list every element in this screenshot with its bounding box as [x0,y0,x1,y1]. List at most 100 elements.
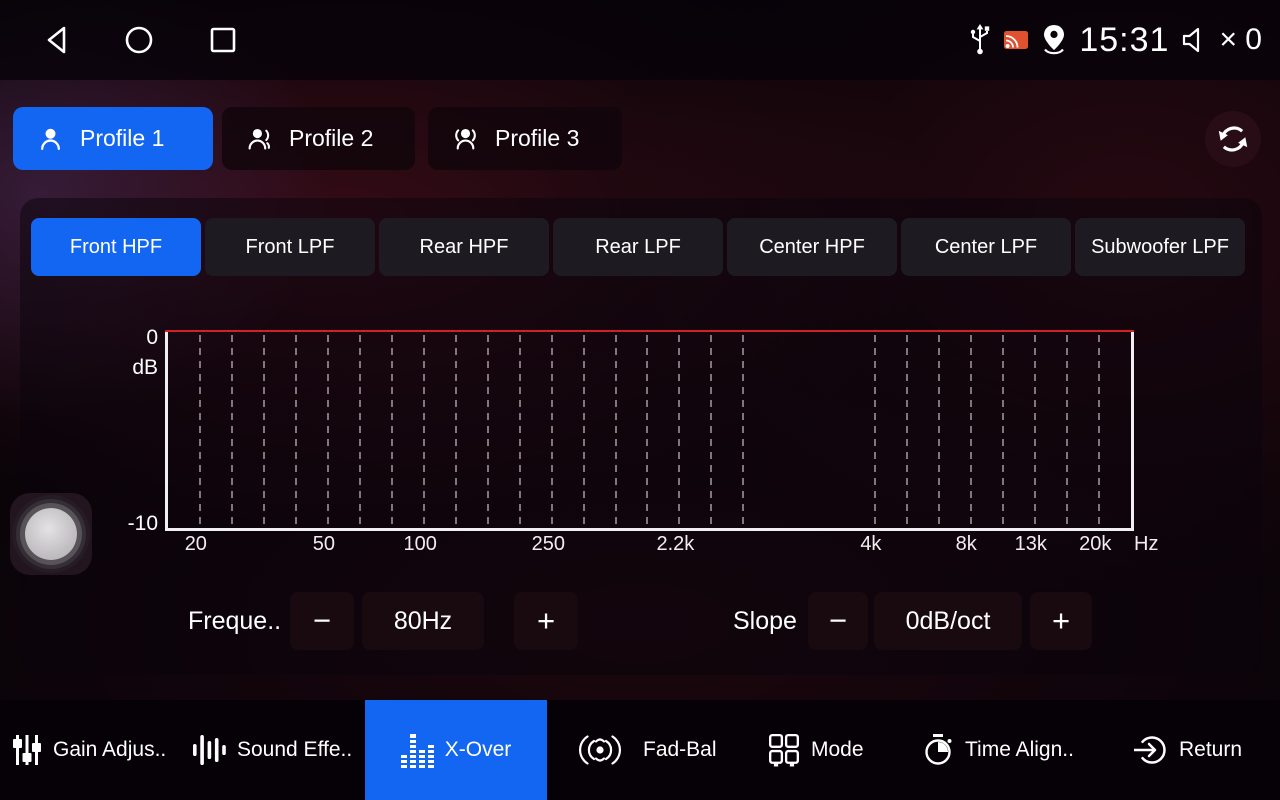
x-axis-ticks: 20501002502.2k4k8k13k20k [165,533,1128,561]
time-align-icon [922,733,954,767]
gridline [710,335,712,528]
slope-plus-button[interactable]: + [1030,592,1092,650]
home-circle-icon [123,24,155,56]
gridline [359,335,361,528]
y-tick-label: -10 [100,512,158,536]
sound-effect-icon [192,733,226,767]
gridline [874,335,876,528]
gridline [678,335,680,528]
plot-area [165,330,1134,531]
profile-2-button[interactable]: Profile 2 [222,107,415,170]
user-icon [37,125,64,152]
tab-center-hpf[interactable]: Center HPF [727,218,897,276]
nav-mode[interactable]: Mode [768,700,864,800]
gridline [295,335,297,528]
nav-label: Sound Effe.. [237,738,352,762]
return-icon [1132,733,1168,767]
gridline [615,335,617,528]
head-unit-screen: 15:31 × 0 Profile 1 [0,0,1280,800]
gridline [455,335,457,528]
slope-minus-button[interactable]: − [808,592,868,650]
x-tick-label: 50 [313,533,335,556]
xover-icon [401,732,434,768]
gridline [970,335,972,528]
usb-icon [969,24,991,56]
home-button[interactable] [121,22,157,58]
tab-label: Center LPF [935,236,1037,259]
nav-gain-adjust[interactable]: Gain Adjus.. [12,700,166,800]
tab-label: Rear HPF [420,236,509,259]
gridline [519,335,521,528]
tab-label: Front LPF [246,236,335,259]
reset-button[interactable] [1205,111,1261,167]
tab-center-lpf[interactable]: Center LPF [901,218,1071,276]
frequency-label: Freque.. [188,592,281,650]
nav-label: Return [1179,738,1242,762]
back-button[interactable] [40,22,76,58]
gridline [1002,335,1004,528]
tab-label: Subwoofer LPF [1091,236,1229,259]
slope-value: 0dB/oct [874,592,1022,650]
gridline [938,335,940,528]
knob-cap [25,508,77,560]
nav-label: Gain Adjus.. [53,738,166,762]
frequency-minus-button[interactable]: − [290,592,354,650]
volume-level: × 0 [1219,23,1262,57]
gridline [199,335,201,528]
gridline [391,335,393,528]
user-wave-icon [246,125,273,152]
gain-icon [12,733,42,767]
recents-square-icon [208,25,238,55]
frequency-plus-button[interactable]: + [514,592,578,650]
nav-label: Time Align.. [965,738,1074,762]
gridline [1066,335,1068,528]
gridline [263,335,265,528]
user-waves-icon [452,125,479,152]
back-icon [43,24,73,56]
x-tick-label: 250 [532,533,565,556]
gridline [423,335,425,528]
nav-fad-bal[interactable]: Fad-Bal [568,700,717,800]
gridline [1098,335,1100,528]
tab-label: Center HPF [759,236,865,259]
profile-label: Profile 1 [80,125,164,152]
recents-button[interactable] [205,22,241,58]
nav-xover[interactable]: X-Over [365,700,547,800]
tab-label: Rear LPF [595,236,681,259]
tab-subwoofer-lpf[interactable]: Subwoofer LPF [1075,218,1245,276]
gridline [327,335,329,528]
gridline [742,335,744,528]
profile-3-button[interactable]: Profile 3 [428,107,622,170]
tab-rear-hpf[interactable]: Rear HPF [379,218,549,276]
x-tick-label: 100 [404,533,437,556]
cast-icon [1003,29,1029,51]
x-tick-label: 20k [1079,533,1111,556]
nav-label: Fad-Bal [643,738,717,762]
profile-label: Profile 3 [495,125,579,152]
x-tick-label: 2.2k [656,533,694,556]
x-tick-label: 13k [1015,533,1047,556]
rotary-knob[interactable] [10,493,92,575]
frequency-value: 80Hz [362,592,484,650]
location-icon [1041,24,1067,56]
nav-time-align[interactable]: Time Align.. [922,700,1074,800]
x-tick-label: 4k [860,533,881,556]
tab-rear-lpf[interactable]: Rear LPF [553,218,723,276]
nav-sound-effect[interactable]: Sound Effe.. [192,700,352,800]
nav-label: X-Over [445,738,512,762]
gridline [646,335,648,528]
refresh-icon [1216,122,1250,156]
clock: 15:31 [1079,21,1169,60]
profile-1-button[interactable]: Profile 1 [13,107,213,170]
y-axis-unit: dB [100,356,158,380]
tab-front-lpf[interactable]: Front LPF [205,218,375,276]
gridline [231,335,233,528]
tab-label: Front HPF [70,236,162,259]
nav-return[interactable]: Return [1132,700,1242,800]
y-tick-label: 0 [100,326,158,350]
status-icons: 15:31 × 0 [969,0,1262,80]
status-bar: 15:31 × 0 [0,0,1280,80]
tab-front-hpf[interactable]: Front HPF [31,218,201,276]
volume-muted-icon [1181,25,1207,55]
gridline [583,335,585,528]
